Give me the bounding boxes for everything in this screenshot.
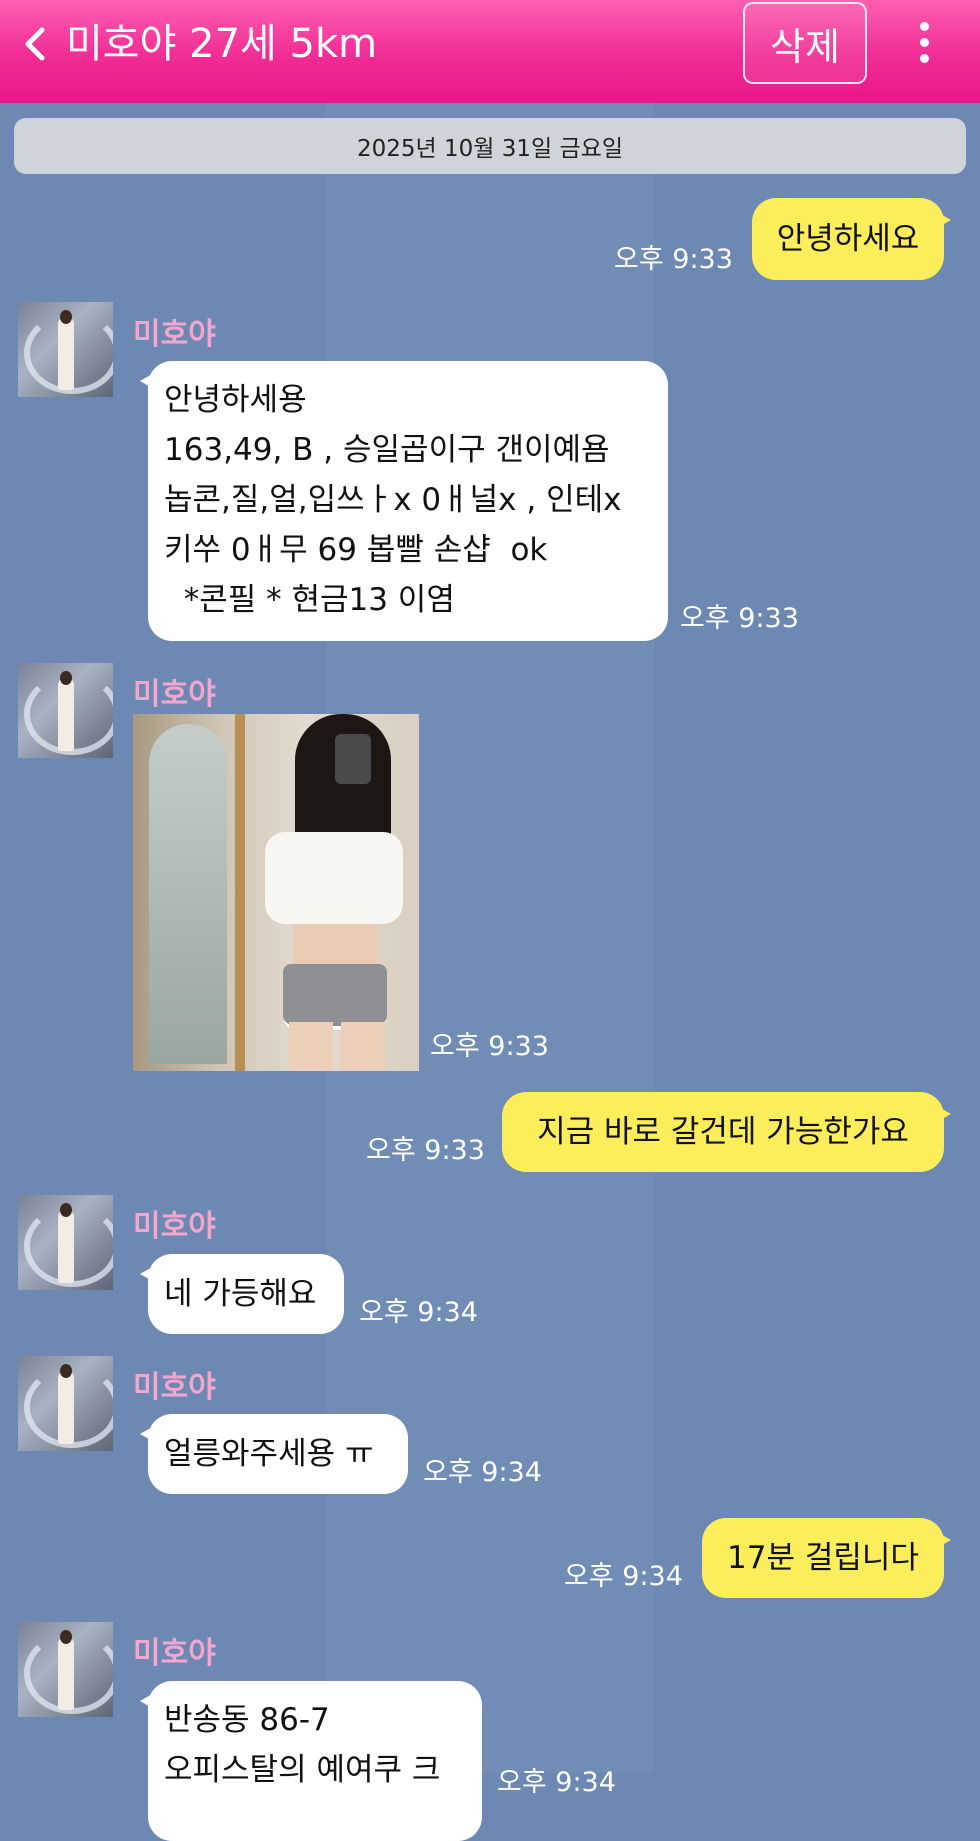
message-time: 오후 9:34 — [359, 1297, 478, 1328]
message-time: 오후 9:33 — [614, 244, 733, 275]
delete-button[interactable]: 삭제 — [743, 2, 867, 84]
message-line: 키쑤 0ㅐ무 69 봅빨 손샵 ok — [164, 532, 548, 568]
message-time: 오후 9:34 — [564, 1561, 683, 1592]
sender-name: 미호야 — [133, 317, 216, 352]
message-time: 오후 9:33 — [430, 1031, 549, 1062]
incoming-message[interactable]: 반송동 86-7 오피스탈의 예여쿠 크 — [140, 1681, 482, 1841]
outgoing-message[interactable]: 지금 바로 갈건데 가능한가요 — [502, 1092, 951, 1172]
date-divider: 2025년 10월 31일 금요일 — [14, 118, 966, 174]
message-time: 오후 9:33 — [680, 603, 799, 634]
sender-name: 미호야 — [133, 677, 216, 712]
incoming-message[interactable]: 안녕하세용 163,49, B , 승일곱이구 갠이예욤놉콘,질,얼,입쓰ㅏx 0… — [140, 361, 668, 641]
contact-avatar[interactable] — [18, 302, 113, 397]
contact-avatar[interactable] — [18, 1195, 113, 1290]
sender-name: 미호야 — [133, 1636, 216, 1671]
message-line: 놉콘,질,얼,입쓰ㅏx 0ㅐ널x , 인테x — [164, 482, 622, 518]
message-line: 안녕하세용 — [164, 382, 307, 418]
message-line: 반송동 86-7 — [164, 1702, 330, 1738]
chat-title: 미호야 27세 5km — [66, 21, 378, 67]
contact-avatar[interactable] — [18, 1622, 113, 1717]
incoming-message[interactable]: 얼릉와주세용 ㅠ — [140, 1414, 408, 1494]
message-time: 오후 9:34 — [423, 1457, 542, 1488]
outgoing-message[interactable]: 안녕하세요 — [752, 198, 951, 280]
sender-name: 미호야 — [133, 1370, 216, 1405]
outgoing-message[interactable]: 17분 걸립니다 — [702, 1518, 951, 1598]
message-line: 163,49, B , 승일곱이구 갠이예욤 — [164, 432, 610, 468]
message-line: 오피스탈의 예여쿠 크 — [164, 1752, 441, 1788]
chat-header: 미호야 27세 5km 삭제 — [0, 0, 980, 103]
contact-avatar[interactable] — [18, 1356, 113, 1451]
sender-name: 미호야 — [133, 1209, 216, 1244]
message-time: 오후 9:34 — [497, 1767, 616, 1798]
more-options-icon[interactable] — [912, 22, 936, 66]
message-time: 오후 9:33 — [366, 1135, 485, 1166]
back-arrow-icon[interactable] — [22, 26, 50, 62]
incoming-message[interactable]: 네 가등해요 — [140, 1254, 344, 1334]
message-line: *콘필 * 현금13 이염 — [164, 582, 455, 618]
photo-message[interactable] — [133, 714, 419, 1071]
contact-avatar[interactable] — [18, 663, 113, 758]
